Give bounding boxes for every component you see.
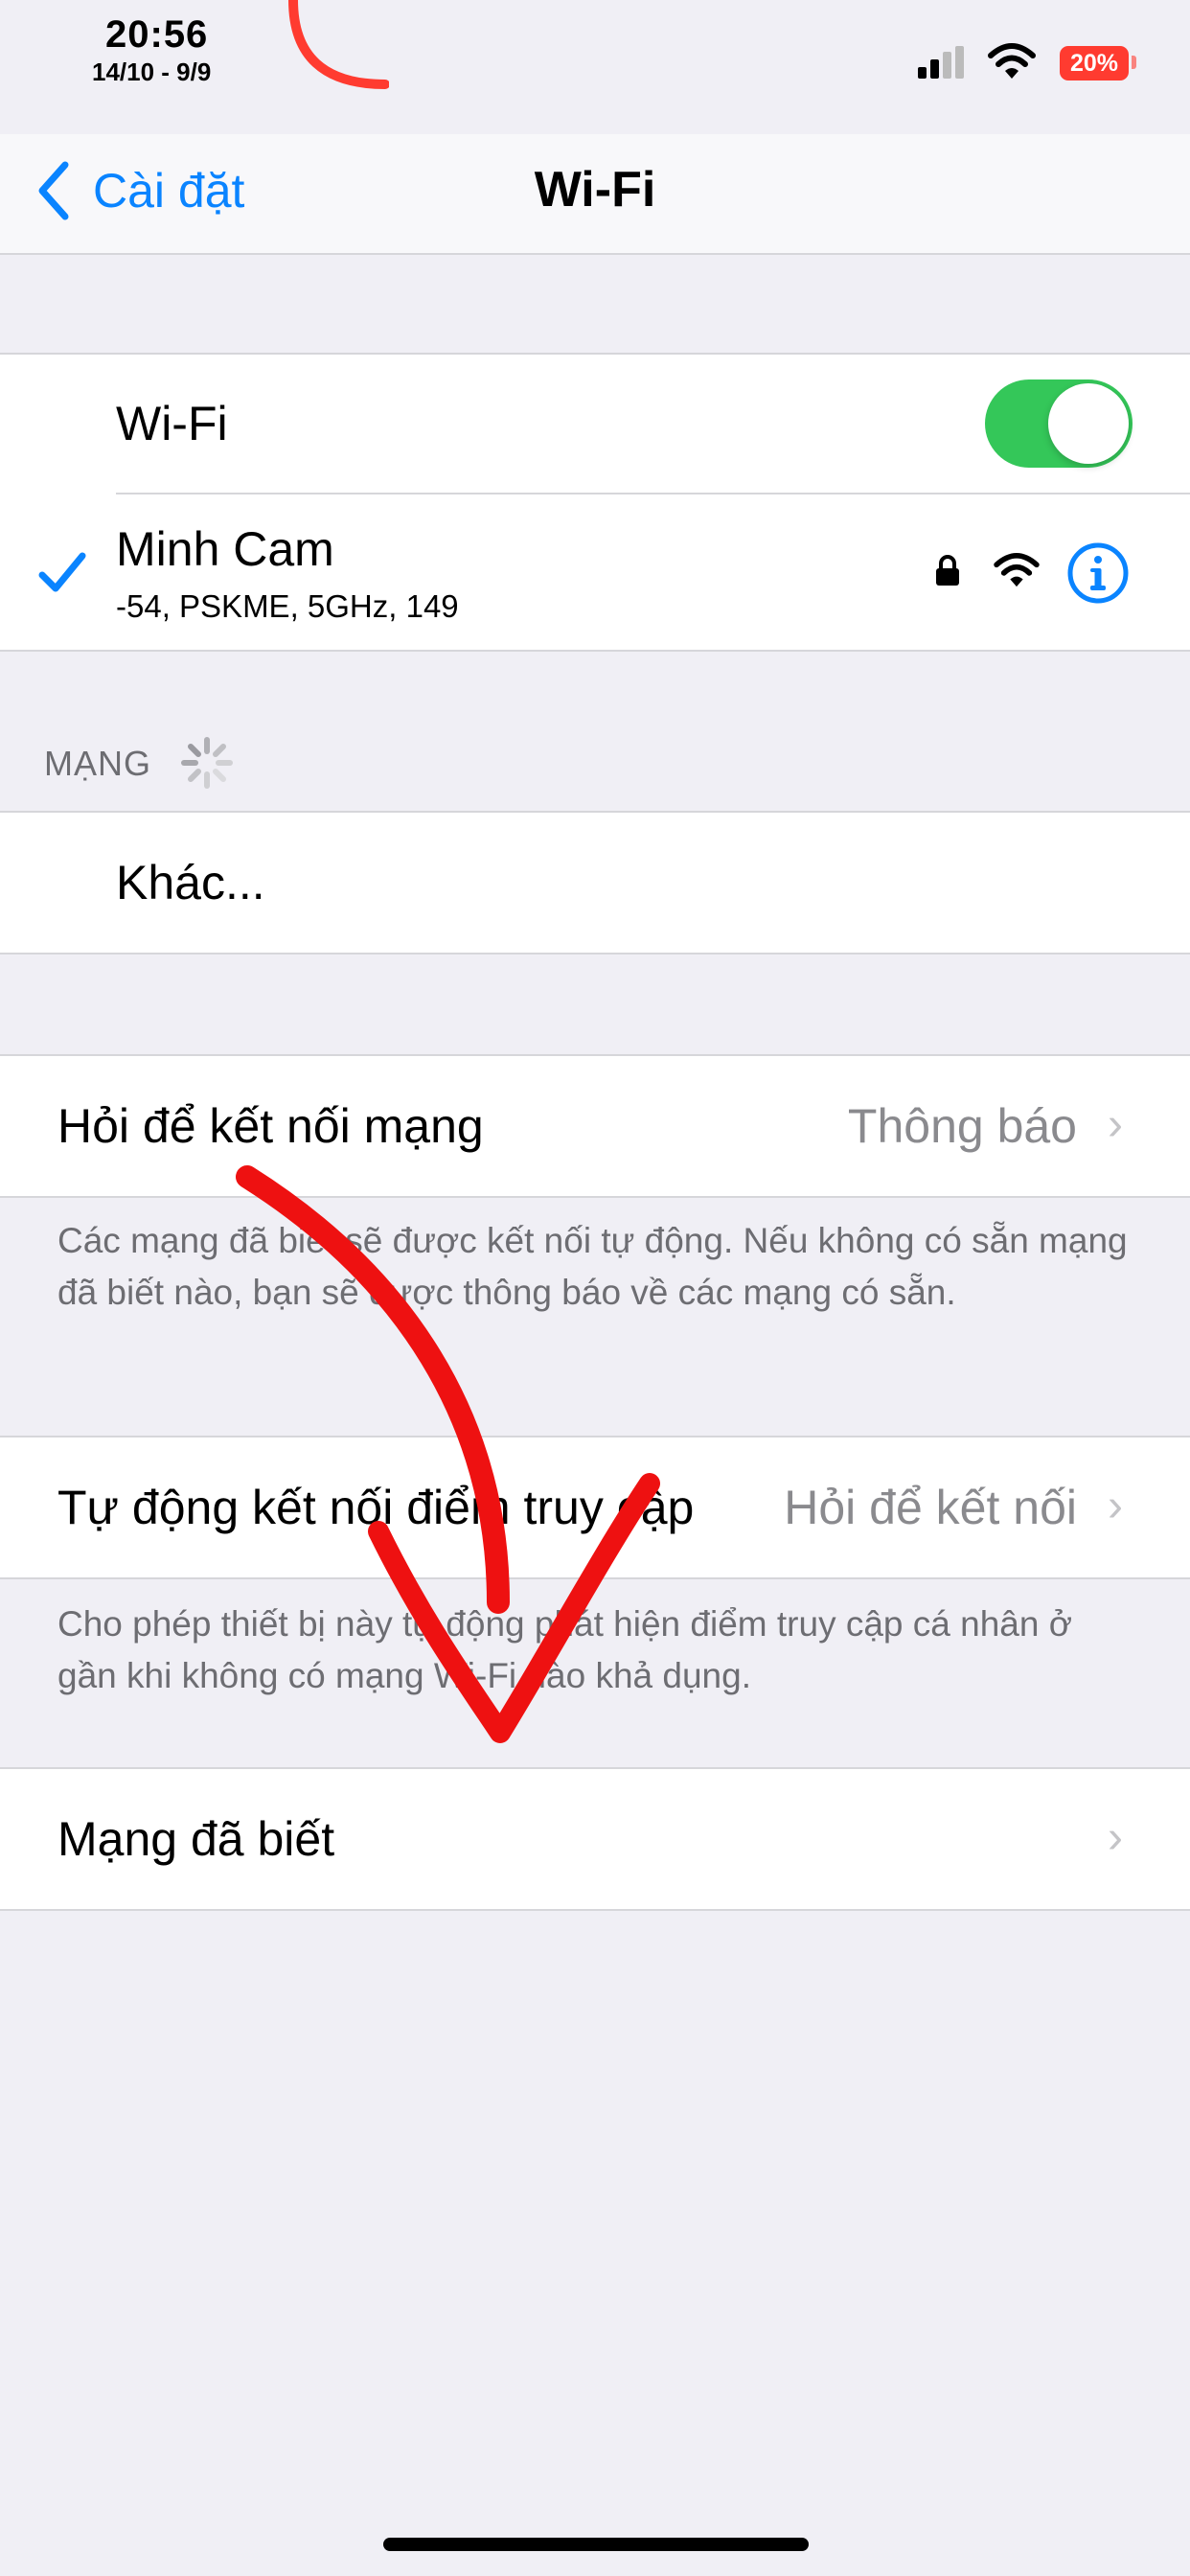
auto-join-hotspot-label: Tự động kết nối điểm truy cập xyxy=(57,1481,695,1534)
home-indicator xyxy=(383,2538,809,2551)
status-time: 20:56 xyxy=(105,13,209,56)
wifi-toggle-label: Wi-Fi xyxy=(116,397,228,450)
status-date: 14/10 - 9/9 xyxy=(92,58,212,86)
wifi-strength-icon xyxy=(994,552,1040,587)
ask-to-join-footer: Các mạng đã biết sẽ được kết nối tự động… xyxy=(57,1221,1128,1312)
checkmark-icon xyxy=(38,552,86,592)
recording-indicator-icon xyxy=(288,0,389,89)
chevron-right-icon: › xyxy=(1108,1812,1123,1863)
divider xyxy=(116,493,1190,494)
chevron-right-icon: › xyxy=(1108,1099,1123,1150)
info-icon[interactable] xyxy=(1067,542,1129,604)
known-networks-label: Mạng đã biết xyxy=(57,1812,335,1866)
auto-join-hotspot-footer: Cho phép thiết bị này tự động phát hiện … xyxy=(57,1604,1072,1695)
loading-spinner-icon xyxy=(181,737,233,789)
chevron-right-icon: › xyxy=(1108,1481,1123,1531)
current-network-name[interactable]: Minh Cam xyxy=(116,521,334,577)
networks-section-header: MẠNG xyxy=(44,744,151,783)
wifi-toggle[interactable] xyxy=(985,380,1133,468)
ask-to-join-label: Hỏi để kết nối mạng xyxy=(57,1099,484,1153)
battery-tip xyxy=(1132,56,1136,69)
page-title: Wi-Fi xyxy=(534,162,656,218)
wifi-icon xyxy=(988,43,1036,79)
toggle-knob xyxy=(1048,383,1129,464)
battery-icon: 20% xyxy=(1060,46,1129,80)
current-network-details: -54, PSKME, 5GHz, 149 xyxy=(116,588,459,624)
other-network-item[interactable]: Khác... xyxy=(116,855,265,910)
lock-icon xyxy=(936,555,959,586)
ask-to-join-value: Thông báo xyxy=(847,1099,1077,1153)
signal-icon xyxy=(918,46,964,79)
auto-join-hotspot-value: Hỏi để kết nối xyxy=(784,1481,1077,1534)
